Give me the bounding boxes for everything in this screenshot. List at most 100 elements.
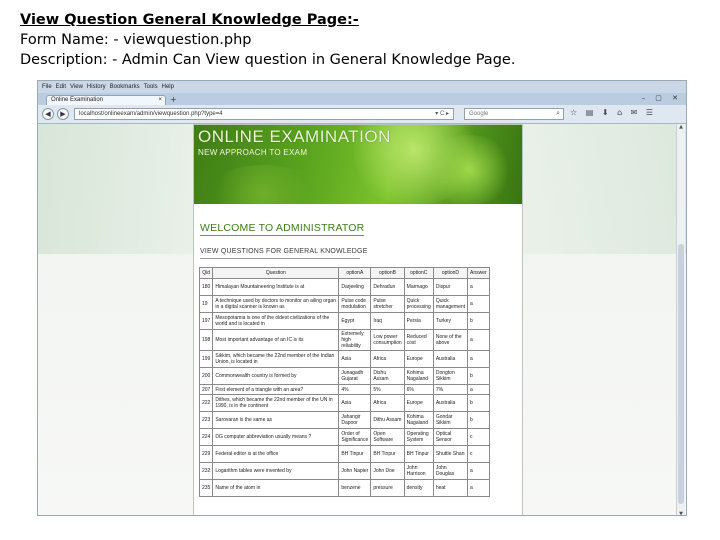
table-cell: 235 [198,479,214,497]
table-cell: 199 [198,350,214,368]
site-title: ONLINE EXAMINATION [198,127,391,146]
toolbar-icons[interactable]: ☆ ▤ ⬇ ⌂ ✉ ☰ [570,108,656,117]
search-icon[interactable]: ⌕ [556,109,560,119]
table-row: 207 First element of a triangle with an a… [198,384,490,395]
scroll-down-icon[interactable]: ▼ [677,511,685,515]
table-cell: Name of the atom in [212,479,340,497]
site-subtitle: NEW APPROACH TO EXAM [198,148,308,157]
table-cell: a [467,295,490,313]
search-input[interactable]: Google ⌕ [464,108,564,120]
window-controls[interactable]: – ▢ ✕ [642,94,682,102]
menu-item-view[interactable]: View [70,81,83,93]
table-row: 229 Federal editor is at the office BH Tin… [198,445,490,463]
table-cell: John Douglas [432,462,469,480]
table-cell: Dongton Sikkim [432,367,469,385]
divider [200,235,364,236]
table-cell: John Doe [370,462,405,480]
table-cell: a [467,329,490,351]
table-cell: DG computer abbreviation usually means ? [212,428,340,446]
table-cell: 19 [198,295,214,313]
navigation-bar: ◀ ▶ localhost/onlineexam/admin/viewquest… [38,105,686,124]
table-cell: 232 [198,462,214,480]
menu-item-help[interactable]: Help [162,81,174,93]
tab-strip: Online Examination × + [38,93,686,105]
table-cell: Dishu Assam [370,367,405,385]
menu-item-bookmarks[interactable]: Bookmarks [110,81,140,93]
table-cell: Dithu Assam [370,411,405,429]
table-cell: Africa [370,394,405,412]
column-header: Answer [467,267,490,279]
column-header: optionC [403,267,434,279]
table-cell: a [467,384,490,395]
table-cell: BH Tinpur [403,445,434,463]
table-cell: Turkey [432,312,469,330]
menu-item-tools[interactable]: Tools [144,81,158,93]
table-row: 200 Commonwealth country is formed by Juna… [198,367,490,385]
table-cell: Darjeeling [338,278,372,296]
table-row: 223 Sarovaran is the same as Jahangir Dapo… [198,411,490,429]
table-cell: Marmago [403,278,434,296]
table-cell: 4% [338,384,372,395]
back-button[interactable]: ◀ [42,108,54,120]
table-cell: c [467,428,490,446]
table-cell: Himalayan Mountaineering Institute is at [212,278,340,296]
table-row: 235 Name of the atom in benzene pressure den… [198,479,490,497]
table-cell: b [467,394,490,412]
menu-item-history[interactable]: History [87,81,106,93]
table-cell: Australia [432,350,469,368]
scrollbar[interactable]: ▲ ▼ [676,124,685,515]
search-placeholder: Google [469,111,489,117]
site-banner: ONLINE EXAMINATION NEW APPROACH TO EXAM [194,125,522,204]
document-header: View Question General Knowledge Page:- F… [20,10,710,70]
questions-table: Qid Question optionA optionB optionC optionD A… [198,267,490,497]
table-cell: Federal editor is at the office [212,445,340,463]
table-cell: density [403,479,434,497]
close-icon[interactable]: × [158,96,162,105]
table-cell: BH Tinpur [338,445,372,463]
table-cell: pressure [370,479,405,497]
table-cell: 223 [198,411,214,429]
form-name: Form Name: - viewquestion.php [20,32,252,48]
table-cell: Africa [370,350,405,368]
divider [200,258,360,259]
table-cell: Extremely high reliability [338,329,372,351]
table-cell: Kohima Nagaland [403,367,434,385]
address-bar[interactable]: localhost/onlineexam/admin/viewquestion.… [74,108,454,120]
new-tab-icon[interactable]: + [170,95,177,104]
table-cell: 224 [198,428,214,446]
table-cell: Egypt [338,312,372,330]
menu-item-edit[interactable]: Edit [56,81,66,93]
table-cell: Sarovaran is the same as [212,411,340,429]
table-cell: Logarithm tables were invented by [212,462,340,480]
table-cell: b [467,411,490,429]
table-cell: First element of a triangle with an area… [212,384,340,395]
table-row: 232 Logarithm tables were invented by John… [198,462,490,480]
banner-glow [204,165,324,204]
table-cell: Open Software [370,428,405,446]
table-row: 19 A technique used by doctors to monitor… [198,295,490,313]
table-body: 180 Himalayan Mountaineering Institute is… [198,278,490,497]
forward-button[interactable]: ▶ [57,108,69,120]
table-cell: Sikkim, which became the 22nd member of … [212,350,340,368]
tab-online-examination[interactable]: Online Examination × [46,95,166,105]
table-cell: c [467,445,490,463]
table-cell: b [467,367,490,385]
scroll-up-icon[interactable]: ▲ [677,124,685,130]
table-cell: Reduced cost [403,329,434,351]
table-cell: Persia [403,312,434,330]
table-cell: Pulse code modulation [338,295,372,313]
table-cell: heat [432,479,469,497]
table-cell: John Napier [338,462,372,480]
table-cell: Pulse stretcher [370,295,405,313]
menu-item-file[interactable]: File [42,81,52,93]
table-cell: 197 [198,312,214,330]
page-viewport: ONLINE EXAMINATION NEW APPROACH TO EXAM … [38,124,686,515]
table-cell: Order of Significance [338,428,372,446]
table-cell: Dispur [432,278,469,296]
table-cell: a [467,462,490,480]
table-cell: Optical Sensor [432,428,469,446]
scroll-thumb[interactable] [678,244,684,504]
table-row: 180 Himalayan Mountaineering Institute is… [198,278,490,296]
reload-icon[interactable]: ▾ C ▸ [435,109,449,119]
table-cell: 200 [198,367,214,385]
